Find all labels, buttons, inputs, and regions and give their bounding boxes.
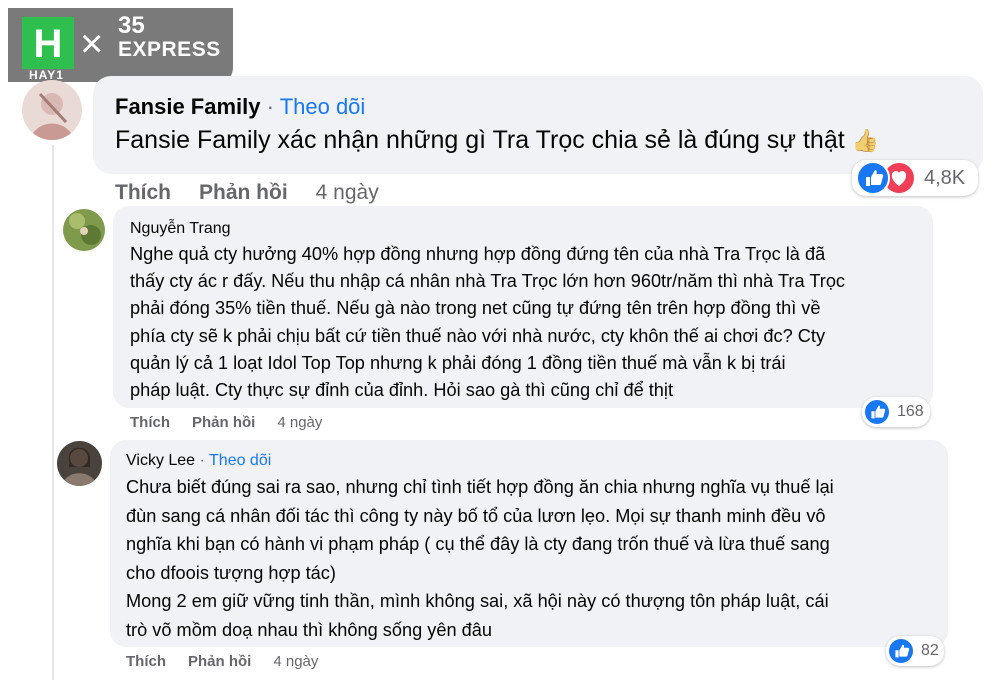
comment-bubble: Nguyễn Trang Nghe quả cty hưởng 40% hợp … [113,206,933,408]
follow-link[interactable]: Theo dõi [280,94,366,119]
comment-actions: Thích Phản hồi 4 ngày [126,653,318,670]
comment-bubble: Fansie Family · Theo dõi Fansie Family x… [93,76,983,174]
avatar-fansie-icon [22,80,82,140]
reaction-count: 4,8K [924,166,966,189]
comment-text: Chưa biết đúng sai ra sao, nhưng chỉ tìn… [126,477,834,640]
comment-time[interactable]: 4 ngày [316,181,379,205]
hay1-logo-icon: H [22,17,74,69]
watermark: H HAY1 × 35 EXPRESS [8,8,233,82]
separator-dot: · [266,94,280,119]
comment-bubble: Vicky Lee · Theo dõi Chưa biết đúng sai … [110,440,948,647]
follow-link[interactable]: Theo dõi [209,452,271,469]
reply-action[interactable]: Phản hồi [188,653,251,670]
watermark-cross: × [80,22,104,66]
comment-text-body: Fansie Family xác nhận những gì Tra Trọc… [115,126,845,154]
like-icon [889,639,913,663]
comment-author[interactable]: Fansie Family [115,94,261,119]
comment-actions: Thích Phản hồi 4 ngày [130,414,322,431]
watermark-brand-word: EXPRESS [118,38,221,61]
comment-author[interactable]: Vicky Lee [126,452,195,469]
comment-author[interactable]: Nguyễn Trang [130,220,231,237]
thread-line [52,145,54,680]
comment-text: Nghe quả cty hưởng 40% hợp đồng nhưng hợ… [130,244,846,401]
like-action[interactable]: Thích [130,414,170,431]
reaction-summary[interactable]: 4,8K [852,160,978,196]
reaction-count: 168 [897,403,924,420]
avatar[interactable] [63,209,105,251]
comment-text: Fansie Family xác nhận những gì Tra Trọc… [115,126,879,155]
comment-header: Fansie Family · Theo dõi [115,94,365,120]
watermark-logo-letter: H [34,22,63,66]
like-action[interactable]: Thích [115,181,171,205]
comment-time[interactable]: 4 ngày [277,414,322,431]
comment-header: Vicky Lee · Theo dõi [126,452,271,470]
reaction-summary[interactable]: 168 [862,397,930,427]
reply-action[interactable]: Phản hồi [192,414,255,431]
like-icon [856,161,890,195]
comment-actions: Thích Phản hồi 4 ngày [115,181,379,205]
comment-time[interactable]: 4 ngày [273,653,318,670]
like-action[interactable]: Thích [126,653,166,670]
comment-header: Nguyễn Trang [130,220,231,238]
avatar-vicky-lee-icon [57,441,102,486]
avatar[interactable] [22,80,82,140]
separator-dot: · [199,452,205,469]
thumbs-up-emoji-icon: 👍 [851,128,880,153]
avatar-nguyen-trang-icon [63,209,105,251]
avatar[interactable] [57,441,102,486]
watermark-brand-number: 35 [118,12,145,39]
like-icon [865,400,889,424]
reaction-count: 82 [921,642,939,659]
watermark-brand: 35 EXPRESS [118,14,221,62]
reaction-summary[interactable]: 82 [886,636,944,666]
reply-action[interactable]: Phản hồi [199,181,288,205]
